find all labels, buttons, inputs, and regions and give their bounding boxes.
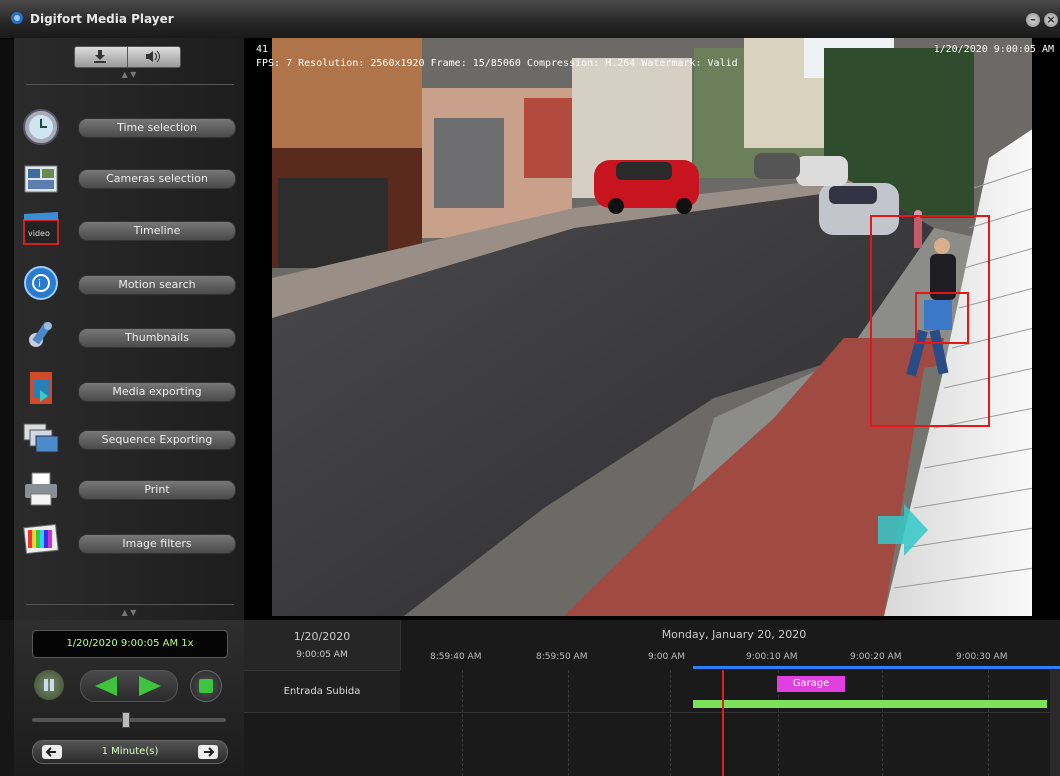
timeline-scrollbar[interactable] — [1050, 670, 1060, 776]
window-title: Digifort Media Player — [30, 12, 174, 26]
motion-search-icon: i — [24, 266, 58, 300]
timeline-tick: 8:59:40 AM — [430, 652, 482, 662]
title-bar: Digifort Media Player – × — [0, 0, 1060, 39]
print-button[interactable]: Print — [78, 480, 236, 500]
camera-row-label-box: Entrada Subida — [244, 670, 400, 713]
svg-text:i: i — [38, 277, 41, 290]
timeline-time: 9:00:05 AM — [296, 650, 348, 660]
clock-icon — [23, 109, 59, 145]
grid-line — [988, 670, 989, 776]
download-icon — [94, 50, 106, 63]
motion-search-button[interactable]: Motion search — [78, 275, 236, 295]
timeline-tick: 9:00:10 AM — [746, 652, 798, 662]
thumbnails-button[interactable]: Thumbnails — [78, 328, 236, 348]
divider — [244, 712, 1060, 713]
cameras-selection-button[interactable]: Cameras selection — [78, 169, 236, 189]
video-timestamp: 1/20/2020 9:00:05 AM — [933, 44, 1054, 55]
close-button[interactable]: × — [1044, 13, 1058, 27]
tools-panel: ▲ ▼ Time selection Cameras selection vid… — [14, 38, 245, 620]
timeline-tick: 9:00 AM — [648, 652, 685, 662]
recording-bar[interactable] — [693, 700, 1047, 708]
speaker-icon — [146, 50, 160, 63]
play-forward-icon[interactable] — [137, 676, 161, 696]
interval-label: 1 Minute(s) — [101, 746, 159, 757]
grid-line — [462, 670, 463, 776]
grid-line — [882, 670, 883, 776]
video-mode-button[interactable] — [74, 46, 128, 68]
timeline-icon: video — [23, 212, 59, 245]
sequence-export-icon — [23, 423, 59, 453]
playback-display: 1/20/2020 9:00:05 AM 1x — [32, 630, 228, 658]
event-marker[interactable]: Garage — [777, 676, 845, 692]
stop-button[interactable] — [190, 670, 222, 702]
playhead-cursor[interactable] — [722, 670, 724, 776]
pause-icon — [44, 679, 54, 691]
cameras-icon — [24, 165, 58, 193]
bottom-bar: 1/20/2020 9:00:05 AM 1x 1 Minute(s) 1/20… — [0, 620, 1060, 776]
selected-range-bar — [693, 666, 1060, 669]
grid-line — [568, 670, 569, 776]
grid-line — [670, 670, 671, 776]
image-filters-button[interactable]: Image filters — [78, 534, 236, 554]
image-filters-icon — [23, 523, 59, 555]
play-backward-icon[interactable] — [95, 676, 119, 696]
camera-name: Entrada Subida — [283, 686, 361, 697]
timeline-tick: 9:00:20 AM — [850, 652, 902, 662]
scroll-up-arrows[interactable]: ▲ ▼ — [14, 70, 244, 79]
stream-info: FPS: 7 Resolution: 2560x1920 Frame: 15/8… — [256, 58, 738, 69]
next-interval-icon[interactable] — [197, 744, 219, 760]
divider — [26, 84, 234, 85]
scroll-down-arrows[interactable]: ▲ ▼ — [14, 608, 244, 617]
app-logo-icon — [11, 12, 23, 24]
media-exporting-button[interactable]: Media exporting — [78, 382, 236, 402]
stop-icon — [199, 679, 213, 693]
audio-button[interactable] — [127, 46, 181, 68]
timeline-button[interactable]: Timeline — [78, 221, 236, 241]
timeline-tick: 9:00:30 AM — [956, 652, 1008, 662]
direction-buttons — [80, 670, 178, 702]
media-export-icon — [30, 372, 52, 404]
sequence-exporting-button[interactable]: Sequence Exporting — [78, 430, 236, 450]
minimize-button[interactable]: – — [1026, 13, 1040, 27]
video-viewport[interactable]: 41 FPS: 7 Resolution: 2560x1920 Frame: 1… — [244, 38, 1060, 620]
timeline-date: 1/20/2020 — [293, 630, 351, 643]
camera-frame — [244, 38, 1060, 620]
speed-slider-handle[interactable] — [122, 712, 130, 728]
timeline-panel[interactable]: 1/20/2020 9:00:05 AM Monday, January 20,… — [244, 620, 1060, 776]
previous-interval-icon[interactable] — [41, 744, 63, 760]
time-selection-button[interactable]: Time selection — [78, 118, 236, 138]
thumbnails-icon — [29, 321, 52, 347]
pause-button[interactable] — [34, 670, 64, 700]
interval-selector: 1 Minute(s) — [32, 740, 228, 764]
divider — [26, 604, 234, 605]
svg-text:video: video — [28, 229, 50, 238]
playback-controls: 1/20/2020 9:00:05 AM 1x 1 Minute(s) — [14, 620, 244, 776]
timeline-tick: 8:59:50 AM — [536, 652, 588, 662]
timeline-date-box: 1/20/2020 9:00:05 AM — [244, 620, 401, 670]
printer-icon — [25, 472, 57, 506]
frame-number: 41 — [256, 44, 269, 55]
timeline-day-header: Monday, January 20, 2020 — [661, 628, 807, 641]
